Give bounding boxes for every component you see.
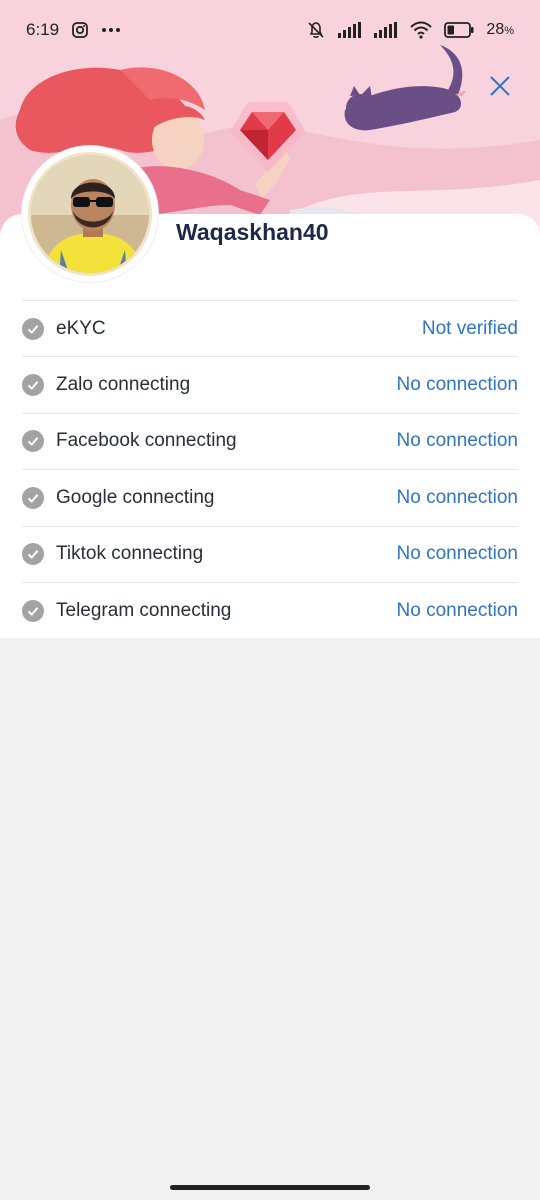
list-item-zalo[interactable]: Zalo connecting No connection xyxy=(22,357,518,414)
wifi-icon xyxy=(410,21,433,39)
list-item-facebook[interactable]: Facebook connecting No connection xyxy=(22,414,518,471)
list-item-ekyc[interactable]: eKYC Not verified xyxy=(22,301,518,358)
check-circle-icon xyxy=(22,486,44,509)
status-time: 6:19 xyxy=(26,20,60,39)
check-circle-icon xyxy=(22,600,44,623)
instagram-icon xyxy=(71,21,89,39)
row-status[interactable]: Not verified xyxy=(422,318,518,340)
row-label: Google connecting xyxy=(56,486,215,508)
screen: 6:19 28% Waqaskhan40 eKYC Not verified Z… xyxy=(0,0,540,1200)
list-item-tiktok[interactable]: Tiktok connecting No connection xyxy=(22,527,518,583)
row-status[interactable]: No connection xyxy=(397,543,518,565)
row-label: Facebook connecting xyxy=(56,430,237,452)
check-circle-icon xyxy=(22,430,44,453)
row-status[interactable]: No connection xyxy=(397,430,518,452)
avatar-image xyxy=(28,152,152,276)
close-button[interactable] xyxy=(484,70,516,102)
status-bar: 6:19 28% xyxy=(0,0,540,60)
signal-icon xyxy=(374,22,398,38)
row-status[interactable]: No connection xyxy=(397,600,518,622)
verification-list: eKYC Not verified Zalo connecting No con… xyxy=(22,300,518,639)
mute-bell-icon xyxy=(306,20,326,40)
row-label: Zalo connecting xyxy=(56,374,191,396)
check-circle-icon xyxy=(22,317,44,340)
close-icon[interactable] xyxy=(489,75,511,97)
battery-percent: 28% xyxy=(486,21,514,38)
signal-icon xyxy=(338,22,362,38)
list-item-telegram[interactable]: Telegram connecting No connection xyxy=(22,583,518,639)
battery-icon xyxy=(444,22,474,38)
username: Waqaskhan40 xyxy=(176,219,329,245)
row-label: Tiktok connecting xyxy=(56,543,204,565)
row-label: eKYC xyxy=(56,317,106,339)
check-circle-icon xyxy=(22,543,44,566)
row-label: Telegram connecting xyxy=(56,600,232,622)
row-status[interactable]: No connection xyxy=(397,487,518,509)
more-icon xyxy=(101,27,121,33)
row-status[interactable]: No connection xyxy=(397,374,518,396)
home-indicator[interactable] xyxy=(170,1185,370,1190)
list-item-google[interactable]: Google connecting No connection xyxy=(22,470,518,527)
check-circle-icon xyxy=(22,374,44,397)
avatar[interactable] xyxy=(22,146,158,282)
